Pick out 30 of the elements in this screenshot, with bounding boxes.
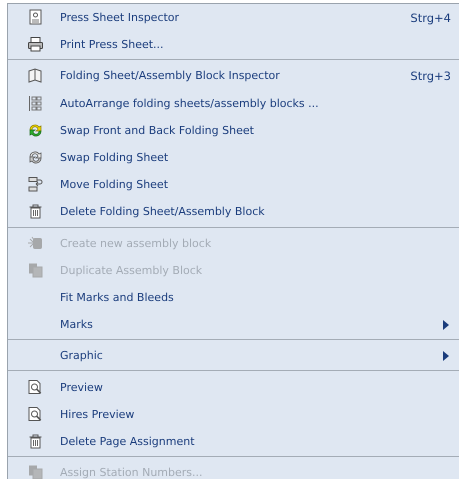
pages-icon bbox=[26, 464, 44, 479]
menu-item[interactable]: Marks bbox=[8, 311, 459, 338]
menu-item[interactable]: Move Folding Sheet bbox=[8, 171, 459, 198]
preview-icon bbox=[26, 406, 44, 423]
swap-arrows-icon bbox=[26, 149, 44, 166]
menu-item[interactable]: Delete Page Assignment bbox=[8, 428, 459, 455]
menu-item[interactable]: Print Press Sheet... bbox=[8, 31, 459, 58]
shortcut-label: Strg+4 bbox=[410, 10, 451, 25]
trash-icon bbox=[26, 203, 44, 220]
menu-item[interactable]: Swap Folding Sheet bbox=[8, 144, 459, 172]
menu-item[interactable]: Folding Sheet/Assembly Block Inspector Strg+3 bbox=[8, 62, 459, 90]
menu-item[interactable]: Preview bbox=[8, 373, 459, 401]
move-sheet-icon bbox=[26, 176, 44, 194]
printer-icon bbox=[26, 36, 44, 54]
menu-item[interactable]: Swap Front and Back Folding Sheet bbox=[8, 116, 459, 144]
folded-sheet-icon bbox=[26, 67, 44, 84]
grid-icon bbox=[26, 94, 44, 112]
menu-item[interactable]: Press Sheet Inspector Strg+4 bbox=[8, 4, 459, 32]
menu-item[interactable]: Graphic bbox=[8, 342, 459, 370]
menu-item[interactable]: AutoArrange folding sheets/assembly blocks ... bbox=[8, 90, 459, 117]
pages-icon bbox=[26, 262, 44, 279]
menu-item[interactable]: Delete Folding Sheet/Assembly Block bbox=[8, 198, 459, 226]
sheet-icon bbox=[26, 9, 44, 26]
swap-arrows-icon bbox=[26, 122, 44, 139]
trash-icon bbox=[26, 432, 44, 450]
new-block-icon bbox=[26, 234, 44, 252]
menu-item[interactable]: Hires Preview bbox=[8, 400, 459, 428]
preview-icon bbox=[26, 378, 44, 396]
shortcut-label: Strg+3 bbox=[410, 68, 451, 83]
menu-item[interactable]: Fit Marks and Bleeds bbox=[8, 284, 459, 312]
